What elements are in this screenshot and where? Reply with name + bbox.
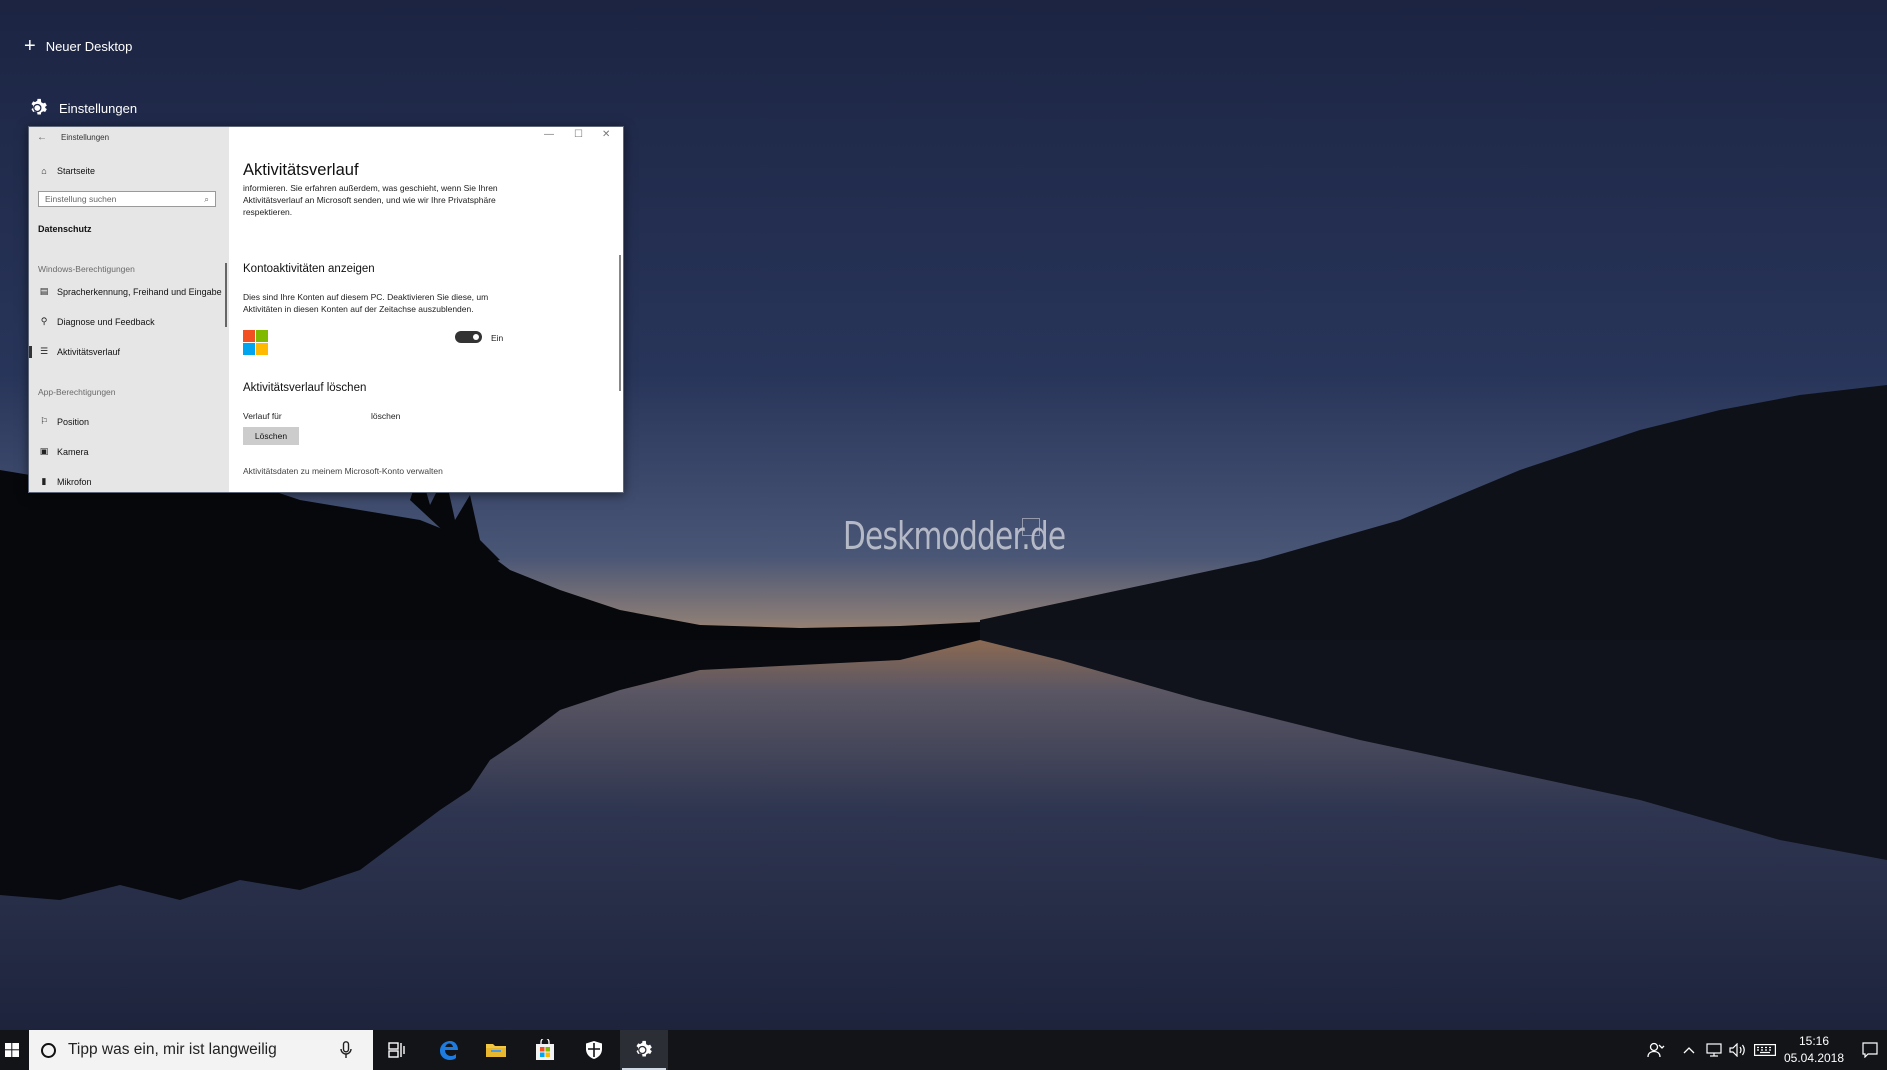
content-scrollbar[interactable] [619,255,621,391]
location-icon: ⚐ [39,416,49,426]
active-indicator [29,346,32,358]
microsoft-logo-icon [243,330,268,355]
cortana-icon [41,1042,56,1058]
sidebar-scrollbar[interactable] [225,263,227,327]
network-icon [1706,1043,1722,1057]
volume-button[interactable] [1727,1030,1749,1070]
store-icon [536,1039,554,1060]
feedback-icon: ⚲ [40,316,48,326]
delete-heading: Aktivitätsverlauf löschen [243,382,367,394]
folder-icon [486,1044,506,1057]
window-label: Einstellungen [59,100,138,116]
back-arrow-icon[interactable]: ← [37,132,47,143]
watermark-logo [1022,518,1040,536]
gear-icon [31,98,47,115]
clock-time: 15:16 [1798,1034,1830,1048]
task-view-button[interactable] [373,1030,421,1070]
window-titlebar: ← Einstellungen [37,132,109,143]
sidebar-item-home[interactable]: ⌂ Startseite [39,166,95,176]
page-title: Aktivitätsverlauf [243,161,359,179]
people-icon [1647,1042,1665,1058]
maximize-icon[interactable]: ☐ [574,129,583,140]
settings-window[interactable]: ← Einstellungen ⌂ Startseite Einstellung… [28,126,624,493]
windows-logo-icon [5,1043,19,1057]
window-thumbnail-title[interactable]: Einstellungen [29,98,137,118]
speaker-icon [1729,1043,1745,1057]
taskbar-search-input[interactable] [68,1041,328,1059]
file-explorer-button[interactable] [472,1030,520,1070]
settings-search-input[interactable]: Einstellung suchen ⌕ [38,191,216,207]
sidebar-item-speech[interactable]: ▤ Spracherkennung, Freihand und Eingabe [39,286,222,297]
close-icon[interactable]: ✕ [602,129,610,140]
notification-icon [1862,1042,1878,1058]
delete-word-label: löschen [371,411,401,421]
new-desktop-button[interactable]: + Neuer Desktop [24,36,132,56]
sidebar-item-diagnostics[interactable]: ⚲ Diagnose und Feedback [39,316,155,327]
account-description: Dies sind Ihre Konten auf diesem PC. Dea… [243,292,489,314]
show-hidden-icons-button[interactable] [1679,1030,1699,1070]
toggle-state-label: Ein [491,333,504,343]
sidebar-section-title: Datenschutz [38,224,92,234]
timeline-icon: ☰ [39,346,49,356]
store-button[interactable] [521,1030,569,1070]
speech-icon: ▤ [39,286,49,296]
taskbar-clock[interactable]: 15:16 05.04.2018 [1773,1033,1855,1067]
clock-date: 05.04.2018 [1783,1051,1845,1065]
window-title: Einstellungen [61,133,110,142]
sidebar-item-microphone[interactable]: ▮ Mikrofon [39,476,92,487]
microphone-icon[interactable] [340,1041,352,1059]
edge-icon [440,1041,458,1060]
taskbar: 15:16 05.04.2018 [0,1030,1887,1070]
plus-icon: + [24,35,36,57]
settings-content: — ☐ ✕ Aktivitätsverlauf informieren. Sie… [229,127,623,492]
taskbar-search[interactable] [29,1030,373,1070]
action-center-button[interactable] [1855,1030,1885,1070]
chevron-up-icon [1683,1047,1695,1054]
settings-taskbar-button[interactable] [620,1030,668,1070]
gear-icon [636,1040,652,1057]
start-button[interactable] [0,1030,24,1070]
sidebar-item-activity-history[interactable]: ☰ Aktivitätsverlauf [39,346,120,357]
edge-button[interactable] [424,1030,472,1070]
history-for-label: Verlauf für [243,411,282,421]
new-desktop-label: Neuer Desktop [45,38,133,54]
minimize-icon[interactable]: — [544,129,554,140]
delete-button[interactable]: Löschen [243,427,299,445]
account-toggle[interactable] [455,331,482,343]
network-button[interactable] [1703,1030,1725,1070]
settings-sidebar: ← Einstellungen ⌂ Startseite Einstellung… [29,127,229,492]
people-button[interactable] [1643,1030,1669,1070]
account-heading: Kontoaktivitäten anzeigen [243,263,375,275]
search-icon: ⌕ [204,193,209,204]
manage-activity-link[interactable]: Aktivitätsdaten zu meinem Microsoft-Kont… [243,466,443,476]
security-button[interactable] [570,1030,618,1070]
shield-icon [586,1041,602,1059]
task-view-icon [388,1042,405,1058]
intro-text: informieren. Sie erfahren außerdem, was … [243,183,498,217]
sidebar-item-camera[interactable]: ▣ Kamera [39,446,89,457]
camera-icon: ▣ [39,446,49,456]
sidebar-group-apps: App-Berechtigungen [38,387,116,397]
sidebar-group-windows: Windows-Berechtigungen [38,264,135,274]
home-icon: ⌂ [41,166,47,176]
microphone-icon: ▮ [41,476,47,486]
sidebar-item-position[interactable]: ⚐ Position [39,416,89,427]
